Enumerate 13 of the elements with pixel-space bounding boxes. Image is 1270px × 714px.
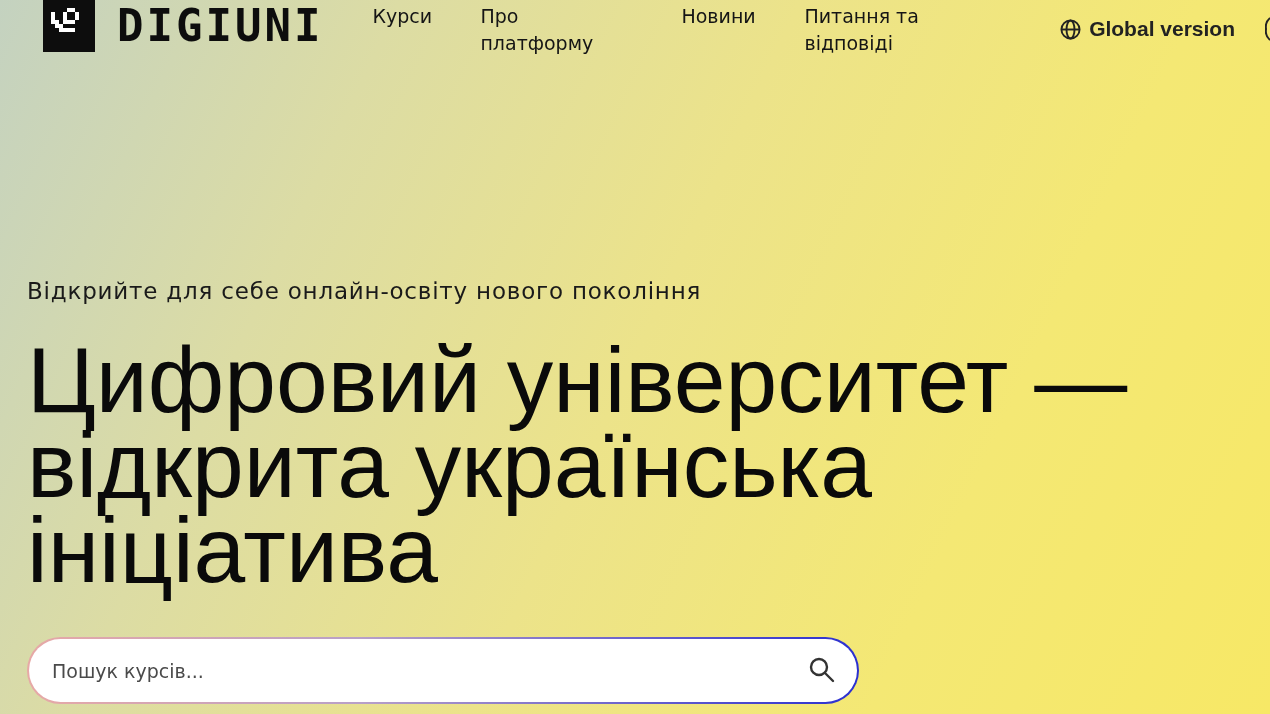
nav-link[interactable]: Про платформу [480, 3, 606, 57]
nav-link[interactable]: Новини [681, 3, 805, 30]
search-icon[interactable] [809, 657, 835, 683]
nav-link[interactable]: Курси [372, 3, 481, 30]
global-version-link[interactable]: Global version [1060, 13, 1235, 45]
circle-outline-icon [1265, 17, 1270, 41]
hero-tagline: Відкрийте для себе онлайн-освіту нового покоління [27, 278, 702, 304]
search-field[interactable]: Пошук курсів... [27, 637, 859, 704]
nav-link[interactable]: Питання та відповіді [804, 3, 930, 57]
logo-wordmark[interactable]: DIGIUNI [117, 4, 324, 48]
globe-icon [1060, 18, 1082, 40]
hero-headline: Цифровий університет — відкрита українська ініціатива [27, 332, 1129, 604]
logo-icon [43, 0, 95, 52]
